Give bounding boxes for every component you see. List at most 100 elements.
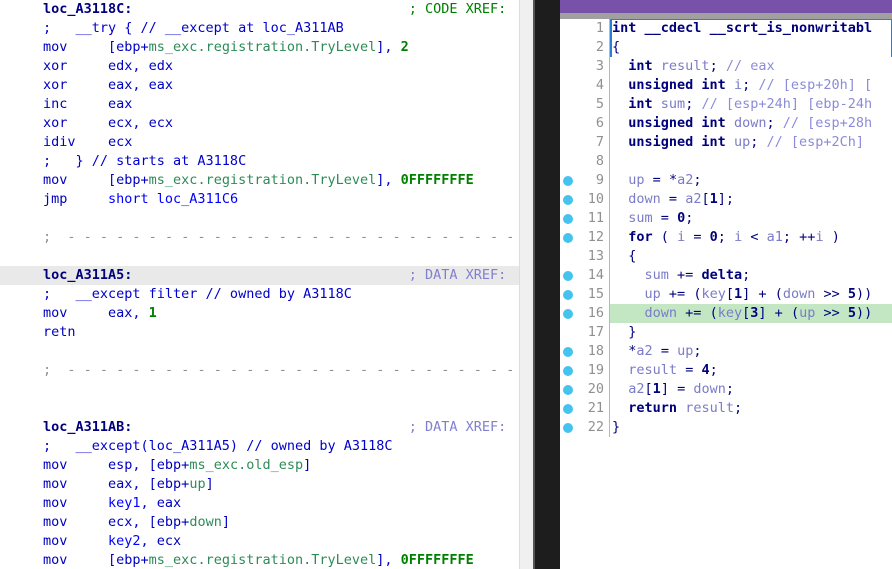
line-number: 17	[587, 324, 604, 340]
pseudocode-code-area[interactable]: 1 int __cdecl __scrt_is_nonwritabl 2{ 3 i…	[560, 19, 892, 569]
pane-splitter[interactable]	[533, 0, 560, 569]
pseudo-code-text: {	[628, 248, 637, 264]
disasm-line[interactable]: ; __except filter // owned by A3118C	[0, 285, 519, 304]
pseudo-code-text: unsigned int i; // [esp+20h] [	[628, 77, 873, 93]
breakpoint-icon[interactable]	[563, 176, 573, 186]
pseudo-code-text: int result; // eax	[628, 58, 775, 74]
line-number: 4	[595, 77, 604, 93]
disasm-line[interactable]: mov [ebp+ms_exc.registration.TryLevel], …	[0, 551, 519, 569]
disasm-line[interactable]: loc_A3118C: ; CODE XREF:	[0, 0, 519, 19]
breakpoint-icon[interactable]	[563, 214, 573, 224]
pseudo-code-text: return result;	[628, 400, 743, 416]
disasm-line[interactable]: mov [ebp+ms_exc.registration.TryLevel], …	[0, 171, 519, 190]
breakpoint-icon[interactable]	[563, 385, 573, 395]
pseudo-line[interactable]: 4 unsigned int i; // [esp+20h] [	[560, 76, 892, 95]
line-number: 18	[587, 343, 604, 359]
pseudo-line[interactable]: 1 int __cdecl __scrt_is_nonwritabl	[560, 19, 892, 38]
pseudo-line[interactable]: 20 a2[1] = down;	[560, 380, 892, 399]
disasm-line[interactable]: xor ecx, ecx	[0, 114, 519, 133]
pseudo-code-text: for ( i = 0; i < a1; ++i )	[628, 229, 840, 245]
disasm-blank	[0, 342, 519, 361]
pseudo-line[interactable]: 3 int result; // eax	[560, 57, 892, 76]
disasm-separator: ; - - - - - - - - - - - - - - - - - - - …	[43, 362, 515, 378]
line-number: 10	[587, 191, 604, 207]
disasm-separator: ; - - - - - - - - - - - - - - - - - - - …	[43, 229, 515, 245]
pseudocode-title-bar	[560, 0, 892, 13]
pseudo-code-text: up += (key[1] + (down >> 5))	[644, 286, 873, 302]
disasm-line[interactable]: mov eax, [ebp+up]	[0, 475, 519, 494]
disasm-line[interactable]: loc_A311AB: ; DATA XREF:	[0, 418, 519, 437]
pseudo-line[interactable]: 19 result = 4;	[560, 361, 892, 380]
pseudo-line[interactable]: 21 return result;	[560, 399, 892, 418]
pseudo-line[interactable]: 12 for ( i = 0; i < a1; ++i )	[560, 228, 892, 247]
pseudo-line[interactable]: 8	[560, 152, 892, 171]
pseudo-line[interactable]: 18 *a2 = up;	[560, 342, 892, 361]
disasm-line[interactable]: idiv ecx	[0, 133, 519, 152]
disasm-blank	[0, 380, 519, 399]
pseudo-line[interactable]: 11 sum = 0;	[560, 209, 892, 228]
pseudo-line[interactable]: 7 unsigned int up; // [esp+2Ch]	[560, 133, 892, 152]
breakpoint-icon[interactable]	[563, 195, 573, 205]
pseudo-code-text: a2[1] = down;	[628, 381, 735, 397]
pseudo-line[interactable]: 5 int sum; // [esp+24h] [ebp-24h	[560, 95, 892, 114]
disasm-line[interactable]: retn	[0, 323, 519, 342]
pseudo-code-text: {	[612, 39, 621, 55]
disasm-line[interactable]: ; __try { // __except at loc_A311AB	[0, 19, 519, 38]
line-number: 9	[595, 172, 604, 188]
line-number: 1	[595, 20, 604, 36]
pseudo-line[interactable]: 6 unsigned int down; // [esp+28h	[560, 114, 892, 133]
disasm-line[interactable]: mov eax, 1	[0, 304, 519, 323]
pseudo-code-text: *a2 = up;	[628, 343, 702, 359]
pseudo-line-current[interactable]: 16 down += (key[3] + (up >> 5))	[560, 304, 892, 323]
line-number: 16	[587, 305, 604, 321]
pseudo-line[interactable]: 15 up += (key[1] + (down >> 5))	[560, 285, 892, 304]
breakpoint-icon[interactable]	[563, 366, 573, 376]
disasm-line[interactable]: xor eax, eax	[0, 76, 519, 95]
pseudo-code-text: sum = 0;	[628, 210, 694, 226]
pseudo-code-text: down += (key[3] + (up >> 5))	[610, 304, 892, 323]
disasm-blank	[0, 399, 519, 418]
splitter-edge	[533, 0, 535, 569]
pseudo-line[interactable]: 14 sum += delta;	[560, 266, 892, 285]
line-number: 11	[587, 210, 604, 226]
disasm-line[interactable]: mov [ebp+ms_exc.registration.TryLevel], …	[0, 38, 519, 57]
breakpoint-icon[interactable]	[563, 423, 573, 433]
disasm-line[interactable]: mov esp, [ebp+ms_exc.old_esp]	[0, 456, 519, 475]
pseudo-code-text: }	[628, 324, 637, 340]
disasm-line-selected[interactable]: loc_A311A5: ; DATA XREF:	[0, 266, 519, 285]
pseudocode-pane[interactable]: 1 int __cdecl __scrt_is_nonwritabl 2{ 3 i…	[560, 0, 892, 569]
disasm-blank	[0, 209, 519, 228]
breakpoint-icon[interactable]	[563, 347, 573, 357]
line-number: 19	[587, 362, 604, 378]
disassembly-pane[interactable]: loc_A3118C: ; CODE XREF: ; __try { // __…	[0, 0, 519, 569]
line-number: 8	[595, 153, 604, 169]
line-number: 3	[595, 58, 604, 74]
disasm-line[interactable]: mov key2, ecx	[0, 532, 519, 551]
pseudo-line[interactable]: 9 up = *a2;	[560, 171, 892, 190]
disasm-line[interactable]: inc eax	[0, 95, 519, 114]
breakpoint-icon[interactable]	[563, 271, 573, 281]
disasm-line[interactable]: xor edx, edx	[0, 57, 519, 76]
disasm-line[interactable]: jmp short loc_A311C6	[0, 190, 519, 209]
disassembly-scrollbar[interactable]	[519, 0, 533, 569]
pseudo-line[interactable]: 2{	[560, 38, 892, 57]
breakpoint-icon[interactable]	[563, 309, 573, 319]
pseudo-line[interactable]: 22}	[560, 418, 892, 437]
line-number: 14	[587, 267, 604, 283]
pseudo-line[interactable]: 13 {	[560, 247, 892, 266]
disasm-line[interactable]: mov ecx, [ebp+down]	[0, 513, 519, 532]
disasm-line[interactable]: mov key1, eax	[0, 494, 519, 513]
breakpoint-icon[interactable]	[563, 233, 573, 243]
pseudo-code-text: up = *a2;	[628, 172, 702, 188]
breakpoint-icon[interactable]	[563, 290, 573, 300]
pseudo-code-text: int sum; // [esp+24h] [ebp-24h	[628, 96, 873, 112]
breakpoint-icon[interactable]	[563, 404, 573, 414]
pseudo-code-text	[610, 152, 892, 171]
disasm-line[interactable]: ; __except(loc_A311A5) // owned by A3118…	[0, 437, 519, 456]
pseudo-line[interactable]: 17 }	[560, 323, 892, 342]
pseudo-line[interactable]: 10 down = a2[1];	[560, 190, 892, 209]
disasm-line[interactable]: ; } // starts at A3118C	[0, 152, 519, 171]
line-number: 7	[595, 134, 604, 150]
pseudo-code-text: sum += delta;	[644, 267, 751, 283]
line-number: 22	[587, 419, 604, 435]
